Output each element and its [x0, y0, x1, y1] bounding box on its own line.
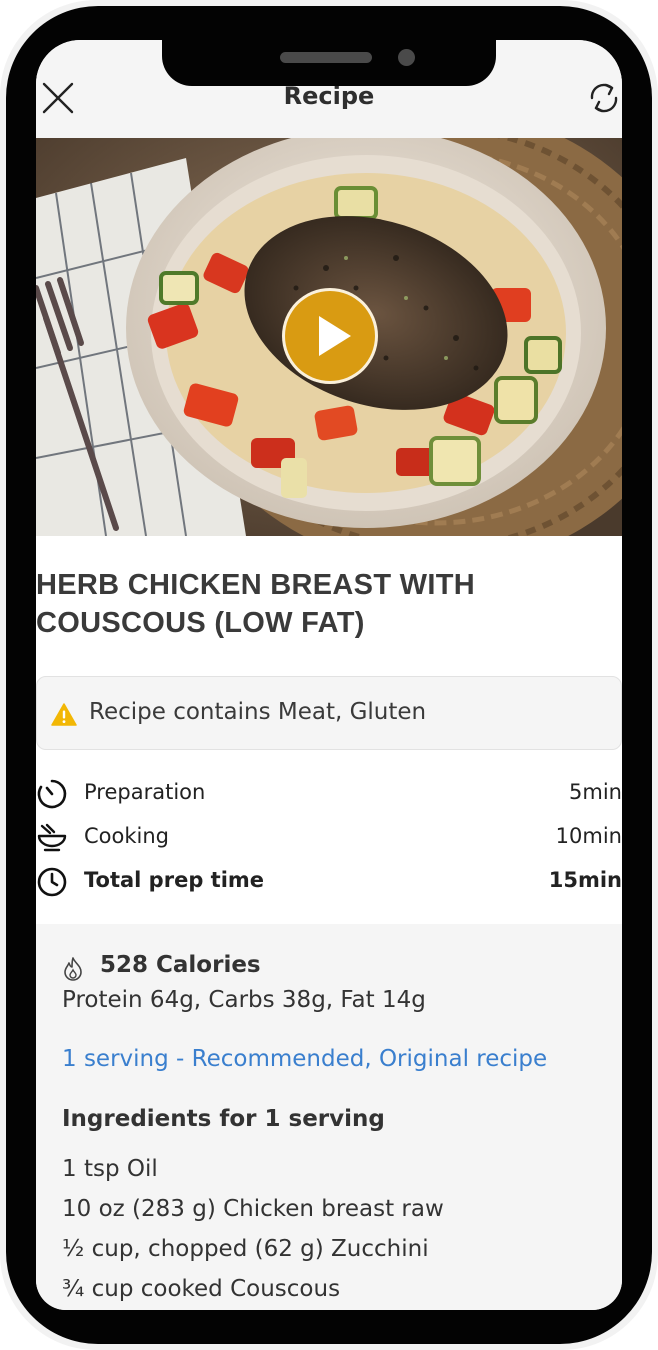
- preparation-time-row: Preparation 5min: [36, 774, 622, 814]
- front-camera: [398, 49, 415, 66]
- allergen-text: Recipe contains Meat, Gluten: [89, 699, 427, 725]
- sync-button[interactable]: [584, 78, 622, 118]
- time-value: 15min: [548, 868, 622, 892]
- calories-text: 528 Calories: [100, 952, 261, 978]
- ingredient-item: ¾ cup cooked Couscous: [62, 1276, 341, 1302]
- nutrition-panel: 528 Calories Protein 64g, Carbs 38g, Fat…: [36, 924, 622, 1310]
- recipe-photo: [36, 138, 622, 536]
- speaker-grille: [280, 52, 372, 63]
- ingredients-heading: Ingredients for 1 serving: [62, 1106, 385, 1132]
- page-title: Recipe: [283, 82, 375, 110]
- time-label: Total prep time: [84, 868, 265, 892]
- time-label: Preparation: [84, 780, 206, 804]
- time-label: Cooking: [84, 824, 169, 848]
- allergen-notice: Recipe contains Meat, Gluten: [36, 676, 622, 750]
- ingredient-item: 1 tsp Oil: [62, 1156, 158, 1182]
- warning-icon: [51, 703, 77, 726]
- macros-text: Protein 64g, Carbs 38g, Fat 14g: [62, 987, 426, 1013]
- play-icon: [319, 316, 351, 356]
- total-time-row: Total prep time 15min: [36, 862, 622, 902]
- ingredient-item: ½ cup, chopped (62 g) Zucchini: [62, 1236, 429, 1262]
- flame-icon: [64, 957, 82, 981]
- play-video-button[interactable]: [282, 288, 378, 384]
- cooking-time-row: Cooking 10min: [36, 818, 622, 858]
- app-screen: Recipe HERB CHICKEN BREAST WITH COUSCOUS…: [36, 40, 622, 1310]
- clock-icon: [37, 867, 67, 897]
- recipe-title: HERB CHICKEN BREAST WITH COUSCOUS (LOW F…: [36, 569, 475, 639]
- serving-size-link[interactable]: 1 serving - Recommended, Original recipe: [62, 1046, 547, 1072]
- phone-notch: [162, 40, 496, 86]
- timer-icon: [37, 779, 67, 809]
- ingredient-item: 10 oz (283 g) Chicken breast raw: [62, 1196, 444, 1222]
- time-value: 5min: [569, 780, 622, 804]
- time-value: 10min: [555, 824, 622, 848]
- cooking-pot-icon: [37, 823, 67, 852]
- sync-icon: [590, 83, 618, 113]
